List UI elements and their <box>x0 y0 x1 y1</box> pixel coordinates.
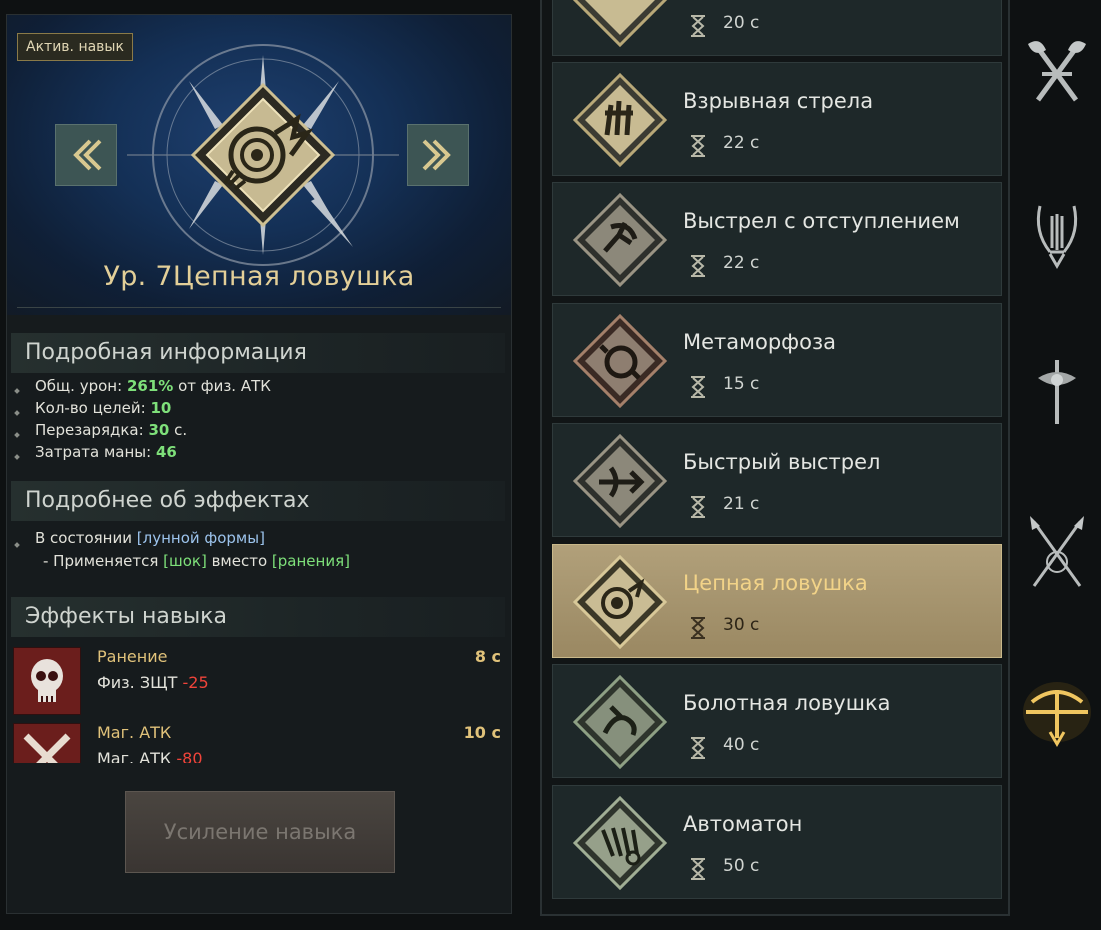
skill-name: Цепная ловушка <box>683 571 868 595</box>
effect-duration: 8 с <box>474 647 501 666</box>
explosive-arrow-icon <box>572 72 668 168</box>
skill-name: Автоматон <box>683 812 803 836</box>
bullet <box>14 410 20 416</box>
effect-condition-line: В состоянии [лунной формы] <box>35 529 265 547</box>
swamp-trap-icon <box>572 674 668 770</box>
effect-row-wound: Ранение 8 с Физ. ЗЩТ -25 <box>11 647 505 719</box>
cooldown-value: 30 <box>148 421 170 439</box>
skill-cooldown: 22 с <box>723 253 760 273</box>
skill-name: Метаморфоза <box>683 330 836 354</box>
next-skill-button[interactable] <box>407 124 469 186</box>
hourglass-icon <box>691 15 705 37</box>
skill-list[interactable]: 20 с Взрывная стрела 22 с Выстрел с отст… <box>540 0 1010 916</box>
effect-stat-value: -80 <box>176 749 203 763</box>
skill-card-partial[interactable]: 20 с <box>552 0 1002 56</box>
skill-name: Выстрел с отступлением <box>683 209 960 233</box>
skill-title: Ур. 7Цепная ловушка <box>7 261 511 292</box>
hourglass-icon <box>691 496 705 518</box>
hourglass-icon <box>691 255 705 277</box>
axes-emblem-icon <box>1028 41 1086 102</box>
double-chevron-left-icon <box>73 139 102 171</box>
effect-stat: Маг. АТК -80 <box>97 749 203 763</box>
hourglass-icon <box>691 617 705 639</box>
skill-effects-list[interactable]: Ранение 8 с Физ. ЗЩТ -25 Маг. АТК 10 с М… <box>7 645 511 763</box>
skill-cooldown: 40 с <box>723 735 760 755</box>
skill-header: Актив. навык Ур. 7Цепная ловушка <box>7 15 511 315</box>
damage-value: 261% <box>126 377 174 395</box>
hourglass-icon <box>691 737 705 759</box>
automaton-icon <box>572 795 668 891</box>
hourglass-icon <box>691 858 705 880</box>
quick-shot-icon <box>572 433 668 529</box>
skill-name: Цепная ловушка <box>172 261 415 292</box>
mana-value: 46 <box>155 443 177 461</box>
skill-card-automaton[interactable]: Автоматон 50 с <box>552 785 1002 899</box>
skill-card-chain-trap[interactable]: Цепная ловушка 30 с <box>552 544 1002 658</box>
effect-replacement-line: - Применяется [шок] вместо [ранения] <box>43 552 350 570</box>
skill-cooldown: 50 с <box>723 856 760 876</box>
skill-name: Взрывная стрела <box>683 89 874 113</box>
effect-name: Маг. АТК <box>97 723 172 742</box>
metamorphosis-icon <box>572 313 668 409</box>
category-tab-dagger[interactable] <box>1020 352 1094 432</box>
skill-card-explosive-arrow[interactable]: Взрывная стрела 22 с <box>552 62 1002 176</box>
effects-details-section-title: Подробнее об эффектах <box>11 481 505 521</box>
lyre-emblem-icon <box>1036 205 1078 269</box>
wound-keyword: [ранения] <box>271 552 350 570</box>
category-tab-lyre[interactable] <box>1020 192 1094 272</box>
skull-icon <box>13 647 81 715</box>
category-tab-crossbow[interactable] <box>1020 672 1094 752</box>
hourglass-icon <box>691 376 705 398</box>
shock-keyword: [шок] <box>163 552 207 570</box>
damage-stat: Общ. урон: 261% от физ. АТК <box>35 377 271 395</box>
upgrade-skill-button[interactable]: Усиление навыка <box>125 791 395 873</box>
details-section-title: Подробная информация <box>11 333 505 373</box>
skill-cooldown: 21 с <box>723 494 760 514</box>
effect-stat-value: -25 <box>182 673 209 692</box>
effect-name: Ранение <box>97 647 168 666</box>
bullet <box>14 542 20 548</box>
skill-name: Быстрый выстрел <box>683 450 881 474</box>
hourglass-icon <box>691 135 705 157</box>
crossed-swords-icon <box>13 723 81 763</box>
skill-card-metamorphosis[interactable]: Метаморфоза 15 с <box>552 303 1002 417</box>
skill-card-retreat-shot[interactable]: Выстрел с отступлением 22 с <box>552 182 1002 296</box>
skill-detail-panel: Актив. навык Ур. 7Цепная ловушка Подробн… <box>6 14 512 914</box>
effect-row-magic-attack: Маг. АТК 10 с Маг. АТК -80 <box>11 723 505 763</box>
partial-skill-icon <box>572 0 668 48</box>
retreat-shot-icon <box>572 192 668 288</box>
skill-effects-section-title: Эффекты навыка <box>11 597 505 637</box>
skill-cooldown: 15 с <box>723 374 760 394</box>
category-tab-spears[interactable] <box>1020 514 1094 594</box>
cooldown-stat: Перезарядка: 30 с. <box>35 421 188 439</box>
skill-card-swamp-trap[interactable]: Болотная ловушка 40 с <box>552 664 1002 778</box>
double-chevron-right-icon <box>422 139 451 171</box>
targets-value: 10 <box>150 399 172 417</box>
skill-card-quick-shot[interactable]: Быстрый выстрел 21 с <box>552 423 1002 537</box>
chain-trap-icon <box>572 554 668 650</box>
lunar-form-keyword: [лунной формы] <box>136 529 265 547</box>
bullet <box>14 432 20 438</box>
divider <box>17 307 501 308</box>
effect-stat: Физ. ЗЩТ -25 <box>97 673 209 692</box>
prev-skill-button[interactable] <box>55 124 117 186</box>
chain-trap-emblem-icon <box>190 82 336 228</box>
mana-stat: Затрата маны: 46 <box>35 443 177 461</box>
skill-level: Ур. 7 <box>103 261 173 292</box>
skill-cooldown: 22 с <box>723 133 760 153</box>
skill-name: Болотная ловушка <box>683 691 891 715</box>
spears-emblem-icon <box>1030 516 1084 587</box>
skill-cooldown: 30 с <box>723 615 760 635</box>
skill-cooldown: 20 с <box>723 13 760 33</box>
bullet <box>14 454 20 460</box>
effect-duration: 10 с <box>463 723 501 742</box>
crossbow-emblem-icon <box>1023 682 1091 747</box>
dagger-emblem-icon <box>1038 360 1076 424</box>
skill-type-badge: Актив. навык <box>17 33 133 61</box>
targets-stat: Кол-во целей: 10 <box>35 399 172 417</box>
category-tab-axes[interactable] <box>1020 34 1094 114</box>
bullet <box>14 388 20 394</box>
